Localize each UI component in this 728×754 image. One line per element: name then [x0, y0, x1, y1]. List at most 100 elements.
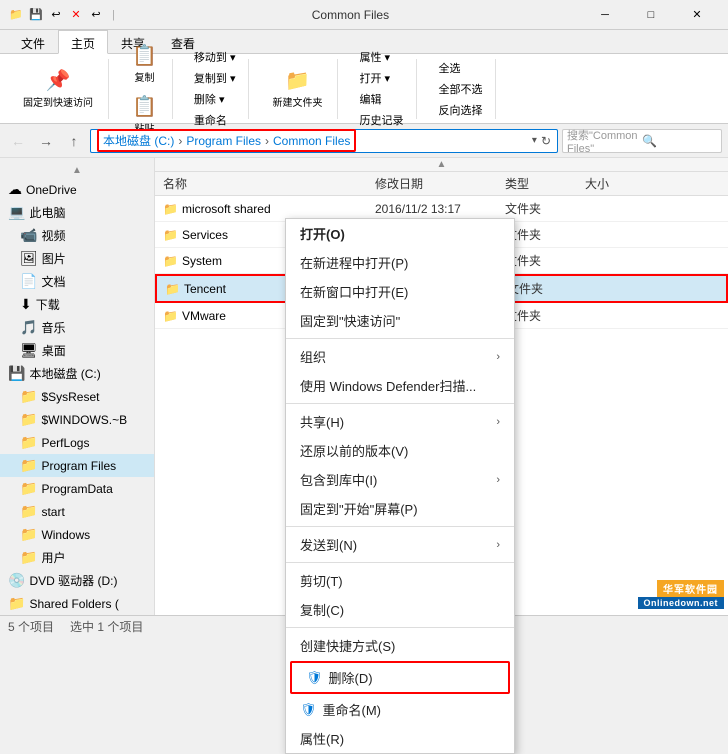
sidebar-label-windows-tilde: $WINDOWS.~B [41, 413, 127, 427]
undo-icon[interactable]: ↩ [48, 7, 64, 23]
sidebar-item-documents[interactable]: 📄 文档 [0, 270, 154, 293]
open-button[interactable]: 打开 ▾ [354, 68, 408, 88]
sidebar-item-programdata[interactable]: 📁 ProgramData [0, 477, 154, 500]
sidebar-item-thispc[interactable]: 💻 此电脑 [0, 201, 154, 224]
selectall-button[interactable]: 全选 [433, 58, 487, 78]
sidebar-item-downloads[interactable]: ⬇ 下载 [0, 293, 154, 316]
ctx-properties[interactable]: 属性(R) [286, 724, 514, 753]
ctx-sendto-arrow: › [496, 539, 500, 551]
address-bar[interactable]: 本地磁盘 (C:) › Program Files › Common Files… [90, 129, 558, 153]
thispc-icon: 💻 [8, 204, 25, 221]
file-name: Services [182, 228, 228, 242]
col-header-type[interactable]: 类型 [505, 175, 585, 192]
ctx-include-library-arrow: › [496, 474, 500, 486]
organize-group: 移动到 ▾ 复制到 ▾ 删除 ▾ 重命名 [181, 59, 250, 119]
ctx-organize-label: 组织 [300, 347, 326, 366]
stop-icon[interactable]: ✕ [68, 7, 84, 23]
programfiles-icon: 📁 [20, 457, 37, 474]
ctx-open-new-process[interactable]: 在新进程中打开(P) [286, 248, 514, 277]
sidebar-item-shared[interactable]: 📁 Shared Folders ( [0, 592, 154, 615]
forward-button[interactable]: → [34, 129, 58, 153]
ctx-open-new-window[interactable]: 在新窗口中打开(E) [286, 277, 514, 306]
ctx-copy[interactable]: 复制(C) [286, 595, 514, 624]
sidebar-item-windows[interactable]: 📁 Windows [0, 523, 154, 546]
sidebar-item-pictures[interactable]: 🖼 图片 [0, 247, 154, 270]
breadcrumb-disk[interactable]: 本地磁盘 (C:) [103, 132, 174, 149]
sidebar-item-cdrive[interactable]: 💾 本地磁盘 (C:) [0, 362, 154, 385]
sidebar-item-sysreset[interactable]: 📁 $SysReset [0, 385, 154, 408]
properties-button[interactable]: 属性 ▾ [354, 47, 408, 67]
ctx-create-shortcut[interactable]: 创建快捷方式(S) [286, 631, 514, 660]
sidebar-item-users[interactable]: 📁 用户 [0, 546, 154, 569]
sidebar-label-documents: 文档 [41, 273, 65, 290]
search-icon[interactable]: 🔍 [642, 134, 717, 148]
ctx-delete-label: 删除(D) [329, 668, 373, 687]
ctx-pin-start[interactable]: 固定到"开始"屏幕(P) [286, 494, 514, 523]
sidebar-item-music[interactable]: 🎵 音乐 [0, 316, 154, 339]
up-button[interactable]: ↑ [62, 129, 86, 153]
ctx-include-library[interactable]: 包含到库中(I) › [286, 465, 514, 494]
dropdown-arrow[interactable]: ▾ [532, 135, 537, 146]
copyto-button[interactable]: 复制到 ▾ [189, 68, 241, 88]
ctx-delete[interactable]: 🛡 删除(D) [292, 663, 508, 692]
sidebar-label-perflogs: PerfLogs [41, 436, 89, 450]
ctx-copy-label: 复制(C) [300, 600, 344, 619]
back-button[interactable]: ← [6, 129, 30, 153]
tab-home[interactable]: 主页 [58, 30, 108, 54]
sidebar-item-perflogs[interactable]: 📁 PerfLogs [0, 431, 154, 454]
ctx-open[interactable]: 打开(O) [286, 219, 514, 248]
ctx-pin-quick[interactable]: 固定到"快速访问" [286, 306, 514, 335]
ctx-rename[interactable]: 🛡 重命名(M) [286, 695, 514, 724]
clipboard-group: 📌 固定到快速访问 [8, 59, 109, 119]
search-bar[interactable]: 搜索"Common Files" 🔍 [562, 129, 722, 153]
redo-icon[interactable]: ↩ [88, 7, 104, 23]
ctx-sendto[interactable]: 发送到(N) › [286, 530, 514, 559]
breadcrumb-commonfiles[interactable]: Common Files [273, 134, 350, 148]
sidebar-label-cdrive: 本地磁盘 (C:) [29, 365, 100, 382]
window-controls: ─ □ ✕ [582, 0, 720, 30]
minimize-button[interactable]: ─ [582, 0, 628, 30]
history-button[interactable]: 历史记录 [354, 110, 408, 130]
ctx-organize[interactable]: 组织 › [286, 342, 514, 371]
ctx-restore[interactable]: 还原以前的版本(V) [286, 436, 514, 465]
refresh-icon[interactable]: ↻ [541, 134, 551, 148]
col-header-size[interactable]: 大小 [585, 175, 645, 192]
shared-icon: 📁 [8, 595, 25, 612]
file-name-cell: 📁 microsoft shared [155, 202, 375, 216]
shield-delete-icon: 🛡 [306, 670, 323, 686]
edit-button[interactable]: 编辑 [354, 89, 408, 109]
move-button[interactable]: 移动到 ▾ [189, 47, 241, 67]
file-type: 文件夹 [505, 252, 585, 269]
sidebar-label-shared: Shared Folders ( [29, 597, 118, 611]
pin-button[interactable]: 📌 固定到快速访问 [16, 64, 100, 113]
ctx-share[interactable]: 共享(H) › [286, 407, 514, 436]
ctx-cut[interactable]: 剪切(T) [286, 566, 514, 595]
sidebar-item-desktop[interactable]: 🖥 桌面 [0, 339, 154, 362]
selectnone-button[interactable]: 全部不选 [433, 79, 487, 99]
sidebar-item-dvd[interactable]: 💿 DVD 驱动器 (D:) [0, 569, 154, 592]
delete-button[interactable]: 删除 ▾ [189, 89, 241, 109]
invert-button[interactable]: 反向选择 [433, 100, 487, 120]
close-button[interactable]: ✕ [674, 0, 720, 30]
folder-icon: 📁 [163, 228, 178, 242]
breadcrumb-programfiles[interactable]: Program Files [186, 134, 261, 148]
col-header-date[interactable]: 修改日期 [375, 175, 505, 192]
new-folder-button[interactable]: 📁 新建文件夹 [265, 64, 329, 113]
file-type: 文件夹 [505, 200, 585, 217]
save-icon[interactable]: 💾 [28, 7, 44, 23]
tab-file[interactable]: 文件 [8, 30, 58, 53]
sidebar-item-programfiles[interactable]: 📁 Program Files [0, 454, 154, 477]
ctx-create-shortcut-label: 创建快捷方式(S) [300, 636, 395, 655]
col-header-name[interactable]: 名称 [155, 175, 375, 192]
sidebar-item-video[interactable]: 📹 视频 [0, 224, 154, 247]
sidebar-item-start[interactable]: 📁 start [0, 500, 154, 523]
rename-button[interactable]: 重命名 [189, 110, 241, 130]
sidebar-item-onedrive[interactable]: ☁ OneDrive [0, 178, 154, 201]
copy-button[interactable]: 📋 复制 [125, 39, 164, 88]
address-red-box: 本地磁盘 (C:) › Program Files › Common Files [97, 129, 356, 152]
new-group: 📁 新建文件夹 [257, 59, 338, 119]
ctx-defender[interactable]: 使用 Windows Defender扫描... [286, 371, 514, 400]
copy-icon: 📋 [132, 43, 157, 68]
sidebar-item-windows-tilde[interactable]: 📁 $WINDOWS.~B [0, 408, 154, 431]
maximize-button[interactable]: □ [628, 0, 674, 30]
